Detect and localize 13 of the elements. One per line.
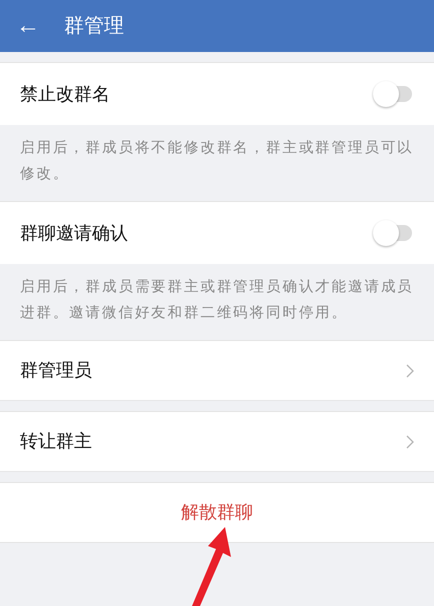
description-text: 启用后，群成员需要群主或群管理员确认才能邀请成员进群。邀请微信好友和群二维码将同时停用。 <box>20 278 414 323</box>
chevron-right-icon <box>406 364 414 378</box>
page-title: 群管理 <box>64 14 124 39</box>
toggle-switch[interactable] <box>372 219 414 247</box>
chevron-right-icon <box>406 434 414 448</box>
description-text: 启用后，群成员将不能修改群名，群主或群管理员可以修改。 <box>20 138 414 184</box>
menu-row[interactable]: 群管理员 <box>0 341 434 401</box>
toggle-switch[interactable] <box>372 80 414 108</box>
setting-label: 禁止改群名 <box>20 82 110 106</box>
dissolve-group-button[interactable]: 解散群聊 <box>0 483 434 543</box>
menu-row[interactable]: 转让群主 <box>0 412 434 472</box>
setting-label: 群聊邀请确认 <box>20 222 128 244</box>
back-button[interactable]: ← <box>16 14 40 38</box>
